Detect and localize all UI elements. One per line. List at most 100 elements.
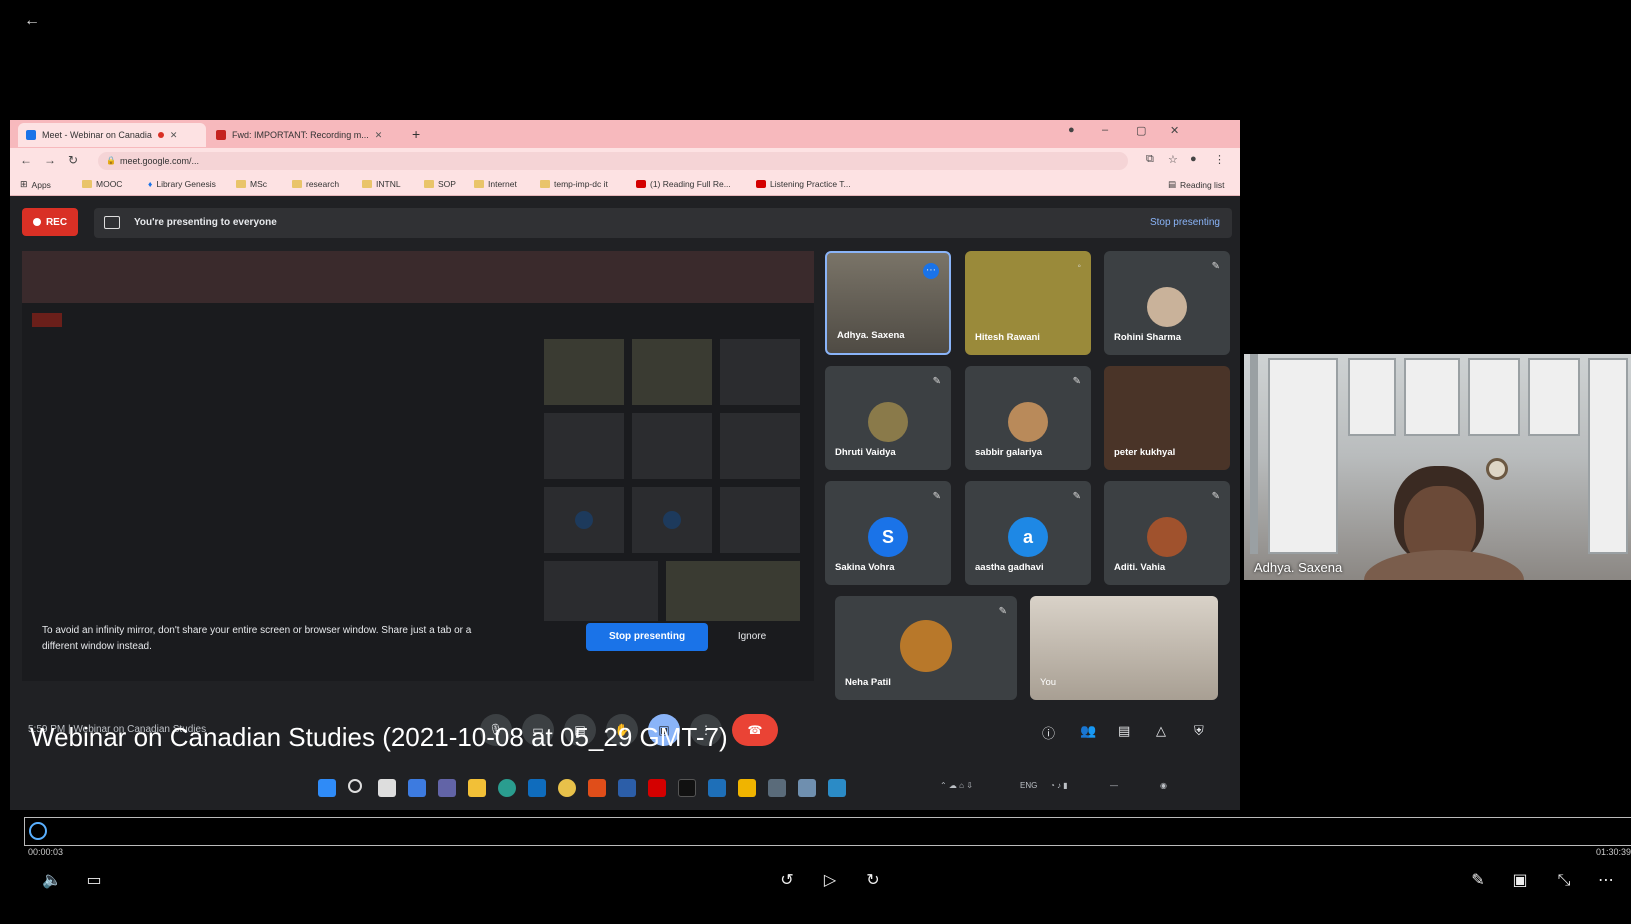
app-icon[interactable]	[618, 779, 636, 797]
end-call-icon[interactable]: ☎	[732, 714, 778, 746]
minimize-icon[interactable]: –	[1102, 124, 1108, 136]
more-options-icon[interactable]: ⋯	[923, 263, 939, 279]
url-text: meet.google.com/...	[120, 156, 200, 166]
tab-email[interactable]: Fwd: IMPORTANT: Recording m... ✕	[208, 123, 404, 147]
participant-tile[interactable]: ✎ S Sakina Vohra	[825, 481, 951, 585]
address-bar[interactable]: 🔒 meet.google.com/...	[98, 152, 1128, 170]
recording-indicator-icon	[157, 132, 164, 138]
bookmark-reading[interactable]: (1) Reading Full Re...	[636, 179, 731, 189]
bookmark-label: Listening Practice T...	[770, 179, 851, 189]
bookmark-research[interactable]: research	[292, 179, 339, 189]
chrome-icon[interactable]	[558, 779, 576, 797]
rec-badge[interactable]: REC	[22, 208, 78, 236]
bookmark-intnl[interactable]: INTNL	[362, 179, 401, 189]
close-tab-icon[interactable]: ✕	[170, 130, 178, 141]
rewind-10-icon[interactable]: ↺	[775, 870, 799, 892]
close-tab-icon[interactable]: ✕	[375, 130, 383, 141]
app-icon[interactable]	[678, 779, 696, 797]
bookmark-msc[interactable]: MSc	[236, 179, 267, 189]
app-icon[interactable]	[738, 779, 756, 797]
tab-meet[interactable]: Meet - Webinar on Canadia ✕	[18, 123, 206, 147]
bookmark-mooc[interactable]: MOOC	[82, 179, 122, 189]
participant-tile[interactable]: ✎ Dhruti Vaidya	[825, 366, 951, 470]
forward-icon[interactable]: →	[44, 153, 56, 167]
store-icon[interactable]	[528, 779, 546, 797]
participant-tile-self[interactable]: You	[1030, 596, 1218, 700]
close-window-icon[interactable]: ✕	[1170, 124, 1179, 137]
reading-list[interactable]: ▤ Reading list	[1168, 179, 1224, 190]
bookmark-apps[interactable]: ⊞ Apps	[20, 179, 51, 190]
tray-chevron-icon[interactable]: ⌃ ☁ ⌂ ⇩	[940, 781, 973, 790]
ignore-button[interactable]: Ignore	[722, 623, 782, 651]
participant-tile[interactable]: ◦ Hitesh Rawani	[965, 251, 1091, 355]
app-icon[interactable]	[828, 779, 846, 797]
play-icon[interactable]: ▷	[818, 870, 842, 892]
start-icon[interactable]	[318, 779, 336, 797]
bookmark-label: INTNL	[376, 179, 401, 189]
teams-icon[interactable]	[438, 779, 456, 797]
bookmark-listening[interactable]: Listening Practice T...	[756, 179, 851, 189]
folder-icon	[236, 180, 246, 188]
collapse-icon[interactable]: ⤡	[1552, 870, 1576, 892]
seek-knob[interactable]	[29, 822, 47, 840]
network-volume-icon[interactable]: ◔ ♪ ▮	[1050, 781, 1068, 790]
youtube-icon[interactable]	[648, 779, 666, 797]
volume-icon[interactable]: 🔈	[40, 870, 64, 892]
mic-off-icon: ✎	[1211, 261, 1220, 272]
reload-icon[interactable]: ↻	[68, 153, 78, 167]
participant-tile[interactable]: ✎ a aastha gadhavi	[965, 481, 1091, 585]
bookmark-internet[interactable]: Internet	[474, 179, 517, 189]
bookmark-libgen[interactable]: ♦ Library Genesis	[148, 179, 216, 189]
participant-tile[interactable]: ✎ Neha Patil	[835, 596, 1017, 700]
activities-icon[interactable]: △	[1156, 723, 1166, 739]
edit-icon[interactable]: ✎	[1466, 870, 1490, 892]
host-controls-icon[interactable]: ⛨	[1194, 723, 1204, 739]
widgets-icon[interactable]	[408, 779, 426, 797]
participant-tile[interactable]: ✎ sabbir galariya	[965, 366, 1091, 470]
people-icon[interactable]: 👥	[1080, 723, 1096, 739]
info-icon[interactable]: ⓘ	[1042, 723, 1055, 742]
profile-icon[interactable]: ●	[1068, 124, 1075, 136]
brave-icon[interactable]	[588, 779, 606, 797]
maximize-icon[interactable]: ▢	[1136, 124, 1146, 137]
stop-presenting-button[interactable]: Stop presenting	[586, 623, 708, 651]
new-tab-icon[interactable]: +	[412, 126, 420, 142]
presenting-banner: You're presenting to everyone Stop prese…	[94, 208, 1232, 238]
app-icon[interactable]	[798, 779, 816, 797]
wall-clock	[1486, 458, 1508, 480]
bookmark-temp[interactable]: temp-imp-dc it	[540, 179, 608, 189]
seek-bar[interactable]	[24, 817, 1631, 846]
clock[interactable]: —	[1110, 781, 1118, 790]
forward-30-icon[interactable]: ↻	[861, 870, 885, 892]
bookmark-sop[interactable]: SOP	[424, 179, 456, 189]
subtitles-icon[interactable]: ▭	[82, 870, 106, 892]
app-icon[interactable]	[708, 779, 726, 797]
participant-tile[interactable]: ✎ Aditi. Vahia	[1104, 481, 1230, 585]
participant-tile[interactable]: peter kukhyal	[1104, 366, 1230, 470]
participant-name: Hitesh Rawani	[975, 332, 1040, 343]
back-icon[interactable]: ←	[20, 153, 32, 167]
mirror-tile	[544, 339, 624, 405]
bookmark-star-icon[interactable]: ☆	[1168, 153, 1178, 166]
file-explorer-icon[interactable]	[468, 779, 486, 797]
participant-tile[interactable]: ⋯ Adhya. Saxena	[825, 251, 951, 355]
chat-icon[interactable]: ▤	[1118, 723, 1130, 739]
language-indicator[interactable]: ENG	[1020, 781, 1037, 790]
participant-tile[interactable]: ✎ Rohini Sharma	[1104, 251, 1230, 355]
search-icon[interactable]	[348, 779, 362, 793]
avatar-icon[interactable]: ●	[1190, 153, 1197, 165]
more-options-icon[interactable]: ⋯	[1594, 870, 1618, 892]
cast-icon[interactable]: ▣	[1508, 870, 1532, 892]
extension-icon[interactable]: ⧉	[1146, 153, 1154, 166]
settings-icon[interactable]	[768, 779, 786, 797]
video-player: ← Meet - Webinar on Canadia ✕ Fwd: IMPOR…	[0, 0, 1631, 924]
back-arrow-icon[interactable]: ←	[20, 10, 44, 32]
gmail-favicon-icon	[216, 130, 226, 140]
meet-favicon-icon	[26, 130, 36, 140]
task-view-icon[interactable]	[378, 779, 396, 797]
mirror-rec	[32, 313, 62, 327]
menu-kebab-icon[interactable]: ⋮	[1214, 153, 1225, 166]
stop-presenting-link[interactable]: Stop presenting	[1150, 217, 1220, 228]
notification-icon[interactable]: ◉	[1160, 781, 1167, 790]
edge-icon[interactable]	[498, 779, 516, 797]
